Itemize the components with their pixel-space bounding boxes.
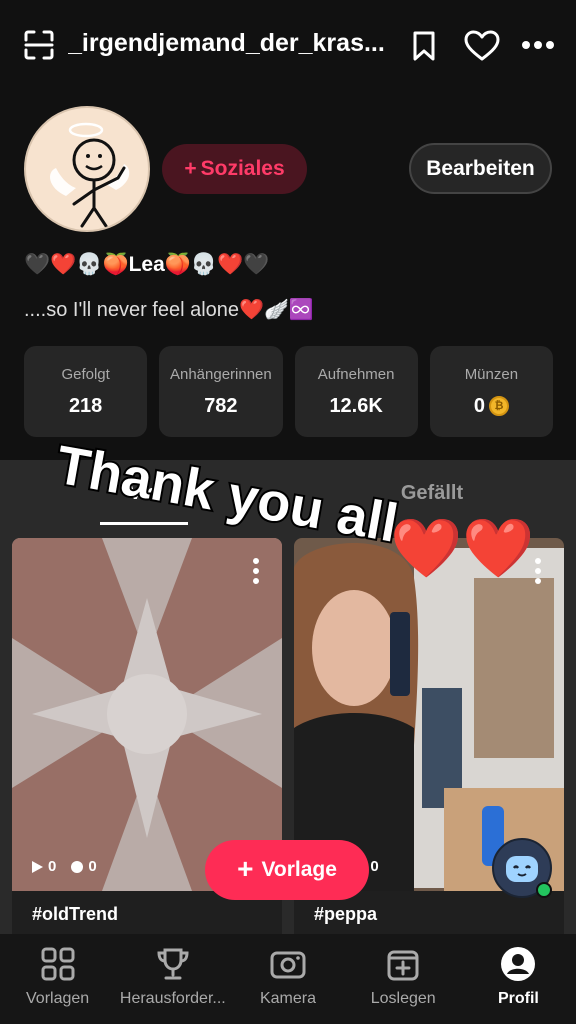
camera-icon xyxy=(270,951,306,979)
bookmark-icon[interactable] xyxy=(410,30,438,62)
likes-count: 0 xyxy=(88,858,97,875)
profile-icon xyxy=(501,947,536,981)
add-square-icon xyxy=(387,950,419,981)
stat-value: 218 xyxy=(68,394,103,417)
stat-label: Münzen xyxy=(464,365,519,383)
video-thumbnail[interactable] xyxy=(12,538,282,891)
stat-value: 12.6K xyxy=(329,394,383,417)
nav-challenges[interactable]: Herausforder... xyxy=(115,934,230,1024)
scan-icon[interactable] xyxy=(24,30,54,60)
online-status-indicator xyxy=(536,882,552,898)
social-button-label: Soziales xyxy=(200,157,285,180)
nav-start[interactable]: Loslegen xyxy=(346,934,461,1024)
coins-value: 0 xyxy=(473,394,485,417)
stat-label: Anhängerinnen xyxy=(169,365,272,383)
tab-active-indicator xyxy=(100,522,188,525)
heart-icon[interactable] xyxy=(464,30,500,62)
more-vertical-icon[interactable] xyxy=(534,558,542,584)
plus-icon: + xyxy=(237,852,254,884)
stat-value: 0 ₿ xyxy=(474,395,509,418)
grid-icon xyxy=(41,947,75,981)
template-button-label: Vorlage xyxy=(261,858,337,881)
nav-label: Herausforder... xyxy=(119,990,226,1007)
profile-username[interactable]: _irgendjemand_der_kras... xyxy=(68,29,388,58)
coin-icon: ₿ xyxy=(488,396,509,416)
trophy-icon xyxy=(157,948,189,980)
nav-label: Kamera xyxy=(259,990,317,1007)
more-vertical-icon[interactable] xyxy=(252,558,260,584)
views-count: 0 xyxy=(48,858,57,875)
stats-row: Gefolgt 218 Anhängerinnen 782 Aufnehmen … xyxy=(24,346,553,437)
stat-label: Gefolgt xyxy=(61,365,110,383)
nav-camera[interactable]: Kamera xyxy=(230,934,345,1024)
video-stats: 0 0 xyxy=(30,858,97,875)
stat-coins[interactable]: Münzen 0 ₿ xyxy=(429,346,553,437)
stat-value: 782 xyxy=(204,394,238,417)
bottom-nav: Vorlagen Herausforder... Kamera Loslegen… xyxy=(0,934,576,1024)
tab-videos[interactable]: Vid xyxy=(100,482,188,505)
play-icon xyxy=(32,860,43,873)
more-icon[interactable] xyxy=(520,38,556,52)
like-icon xyxy=(71,860,84,873)
nav-label: Profil xyxy=(497,990,539,1007)
edit-profile-button[interactable]: Bearbeiten xyxy=(409,143,552,194)
likes-count: 0 xyxy=(370,858,379,875)
bio-name: 🖤❤️💀🍑Lea🍑💀❤️🖤 xyxy=(24,253,270,276)
assistant-bot-icon[interactable] xyxy=(492,838,552,898)
avatar[interactable] xyxy=(24,106,150,232)
views-stat: 0 xyxy=(30,858,56,875)
likes-stat: 0 xyxy=(70,858,97,875)
nav-templates[interactable]: Vorlagen xyxy=(0,934,115,1024)
video-tag[interactable]: #peppa xyxy=(314,904,377,925)
nav-profile[interactable]: Profil xyxy=(461,934,576,1024)
stat-label: Aufnehmen xyxy=(317,365,395,383)
stat-followers[interactable]: Anhängerinnen 782 xyxy=(159,346,283,437)
nav-label: Loslegen xyxy=(370,990,436,1007)
bio-text: ....so I'll never feel alone❤️🪽♾️ xyxy=(24,299,314,321)
stat-recordings[interactable]: Aufnehmen 12.6K xyxy=(294,346,418,437)
stat-following[interactable]: Gefolgt 218 xyxy=(24,346,148,437)
top-bar: _irgendjemand_der_kras... xyxy=(0,0,576,92)
plus-icon: + xyxy=(184,157,197,180)
stick-figure-angel-icon xyxy=(50,122,130,228)
template-button[interactable]: + Vorlage xyxy=(205,840,369,900)
nav-label: Vorlagen xyxy=(26,990,90,1007)
tab-liked[interactable]: Gefällt xyxy=(370,482,494,505)
video-tag[interactable]: #oldTrend xyxy=(32,904,118,925)
social-button[interactable]: + Soziales xyxy=(162,144,307,194)
